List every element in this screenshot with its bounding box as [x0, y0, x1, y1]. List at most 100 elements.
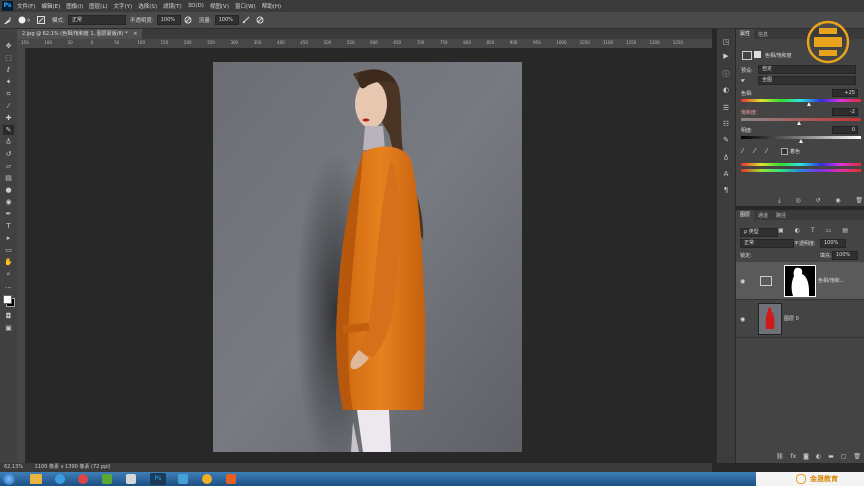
history-panel-icon[interactable]: ◳	[721, 37, 731, 47]
airbrush-icon[interactable]	[241, 15, 251, 25]
hand-tool-icon[interactable]: ✋	[3, 257, 14, 267]
history-brush-icon[interactable]: ↺	[3, 149, 14, 159]
clone-stamp-icon[interactable]: ♁	[3, 137, 14, 147]
filter-smart-icon[interactable]: ▤	[842, 227, 848, 235]
layer-row-hue-saturation[interactable]: ◉ 色相/饱和...	[736, 262, 864, 300]
menu-filter[interactable]: 滤镜(T)	[163, 2, 182, 10]
crop-tool-icon[interactable]: ⌗	[3, 89, 14, 99]
styles-panel-icon[interactable]: ☷	[721, 119, 731, 129]
layer-filter-select[interactable]: ρ 类型	[740, 228, 778, 237]
layer-style-icon[interactable]: fx	[791, 453, 797, 461]
tab-info[interactable]: 信息	[754, 31, 772, 38]
layer-name[interactable]: 图层 0	[784, 315, 799, 322]
paragraph-panel-icon[interactable]: ¶	[721, 185, 731, 195]
clip-to-layer-icon[interactable]: ⤓	[778, 197, 781, 205]
filter-pixel-icon[interactable]: ▣	[778, 227, 784, 235]
hue-value[interactable]: +25	[832, 89, 858, 97]
character-panel-icon[interactable]: A	[721, 169, 731, 179]
visibility-eye-icon[interactable]: ◉	[740, 316, 748, 324]
more-tools-icon[interactable]: …	[3, 281, 14, 291]
document-image[interactable]	[213, 62, 522, 452]
eyedropper-icon[interactable]: ⁄	[3, 101, 14, 111]
hue-slider-thumb[interactable]	[806, 102, 811, 106]
new-layer-icon[interactable]: ▢	[841, 453, 847, 461]
menu-type[interactable]: 文字(Y)	[114, 2, 133, 10]
saturation-value[interactable]: -2	[832, 108, 858, 116]
reset-icon[interactable]: ↺	[816, 197, 821, 205]
delete-layer-icon[interactable]: 🗑	[853, 453, 861, 461]
visibility-toggle-icon[interactable]: ◉	[835, 197, 840, 205]
taskbar-browser-icon[interactable]	[55, 474, 65, 484]
start-button-icon[interactable]	[3, 473, 15, 485]
magic-wand-icon[interactable]: ✦	[3, 77, 14, 87]
info-panel-icon[interactable]: ⓘ	[721, 69, 731, 79]
menu-layer[interactable]: 图层(L)	[89, 2, 107, 10]
taskbar-photoshop-icon[interactable]: Ps	[150, 473, 166, 485]
layer-opacity-input[interactable]: 100%	[820, 239, 846, 248]
colorize-checkbox[interactable]	[781, 148, 788, 155]
eyedropper-icon[interactable]: ⁄	[742, 147, 743, 155]
layer-mask-thumbnail[interactable]	[784, 265, 816, 297]
tab-properties[interactable]: 属性	[736, 29, 755, 39]
dodge-tool-icon[interactable]: ◉	[3, 197, 14, 207]
visibility-eye-icon[interactable]: ◉	[740, 278, 748, 286]
menu-3d[interactable]: 3D(D)	[188, 3, 204, 9]
color-swatches[interactable]	[3, 295, 15, 307]
taskbar-explorer-icon[interactable]	[30, 474, 42, 484]
shape-tool-icon[interactable]: ▭	[3, 245, 14, 255]
blur-tool-icon[interactable]: ●	[3, 185, 14, 195]
filter-shape-icon[interactable]: ▭	[826, 227, 832, 235]
tab-paths[interactable]: 路径	[772, 212, 790, 219]
fill-input[interactable]: 100%	[832, 251, 858, 260]
eraser-tool-icon[interactable]: ▱	[3, 161, 14, 171]
lightness-slider-thumb[interactable]	[798, 139, 803, 143]
pen-tool-icon[interactable]: ✒	[3, 209, 14, 219]
hue-slider[interactable]	[741, 99, 861, 102]
delete-adjustment-icon[interactable]: 🗑	[855, 197, 863, 205]
clone-source-icon[interactable]: ♁	[721, 153, 731, 163]
taskbar-player-icon[interactable]	[226, 474, 236, 484]
taskbar-folder-icon[interactable]	[126, 474, 136, 484]
close-tab-icon[interactable]: ×	[133, 31, 137, 37]
link-layers-icon[interactable]: ⛓	[776, 453, 784, 461]
brush-preset-picker[interactable]: 9	[16, 15, 32, 25]
gradient-tool-icon[interactable]: ▤	[3, 173, 14, 183]
brush-presets-icon[interactable]: ✎	[721, 135, 731, 145]
pressure-size-icon[interactable]	[255, 15, 265, 25]
mask-icon[interactable]	[754, 51, 761, 58]
blend-mode-select[interactable]: 正常	[740, 239, 794, 248]
marquee-tool-icon[interactable]: ⬚	[3, 53, 14, 63]
menu-view[interactable]: 视图(V)	[210, 2, 229, 10]
new-group-icon[interactable]: ▬	[828, 453, 834, 461]
lasso-tool-icon[interactable]: ℓ	[3, 65, 14, 75]
target-adjust-icon[interactable]: ☛	[741, 78, 745, 84]
menu-file[interactable]: 文件(F)	[17, 2, 35, 10]
brush-panel-icon[interactable]	[36, 15, 46, 25]
flow-input[interactable]: 100%	[214, 15, 239, 25]
taskbar-chat-icon[interactable]	[102, 474, 112, 484]
lightness-value[interactable]: 0	[832, 126, 858, 134]
menu-select[interactable]: 选择(S)	[138, 2, 157, 10]
path-selection-icon[interactable]: ▸	[3, 233, 14, 243]
adjustments-panel-icon[interactable]: ◐	[721, 85, 731, 95]
add-mask-icon[interactable]: ◙	[803, 453, 809, 461]
quick-mask-icon[interactable]: ◘	[3, 311, 14, 321]
move-tool-icon[interactable]: ✥	[3, 41, 14, 51]
actions-panel-icon[interactable]: ▶	[721, 51, 731, 61]
saturation-slider-thumb[interactable]	[797, 121, 802, 125]
zoom-readout[interactable]: 62.13%	[4, 464, 23, 470]
view-previous-icon[interactable]: ◎	[795, 197, 800, 205]
document-tab[interactable]: 2.jpg @ 62.1% (色相/饱和度 1, 图层蒙版/8) * ×	[17, 29, 143, 39]
taskbar-app-icon[interactable]	[78, 474, 88, 484]
opacity-input[interactable]: 100%	[156, 15, 181, 25]
taskbar-tool-icon[interactable]	[202, 474, 212, 484]
menu-window[interactable]: 窗口(W)	[235, 2, 256, 10]
brush-tool-icon[interactable]	[2, 15, 12, 25]
tab-layers[interactable]: 图层	[736, 210, 755, 220]
eyedropper-plus-icon[interactable]: ⁄	[754, 147, 755, 155]
menu-edit[interactable]: 编辑(E)	[41, 2, 60, 10]
layer-row-base[interactable]: ◉ 图层 0	[736, 300, 864, 338]
brush-tool-active-icon[interactable]: ✎	[3, 125, 14, 135]
preset-select[interactable]: 自定	[758, 65, 856, 74]
eyedropper-minus-icon[interactable]: ⁄	[766, 147, 767, 155]
